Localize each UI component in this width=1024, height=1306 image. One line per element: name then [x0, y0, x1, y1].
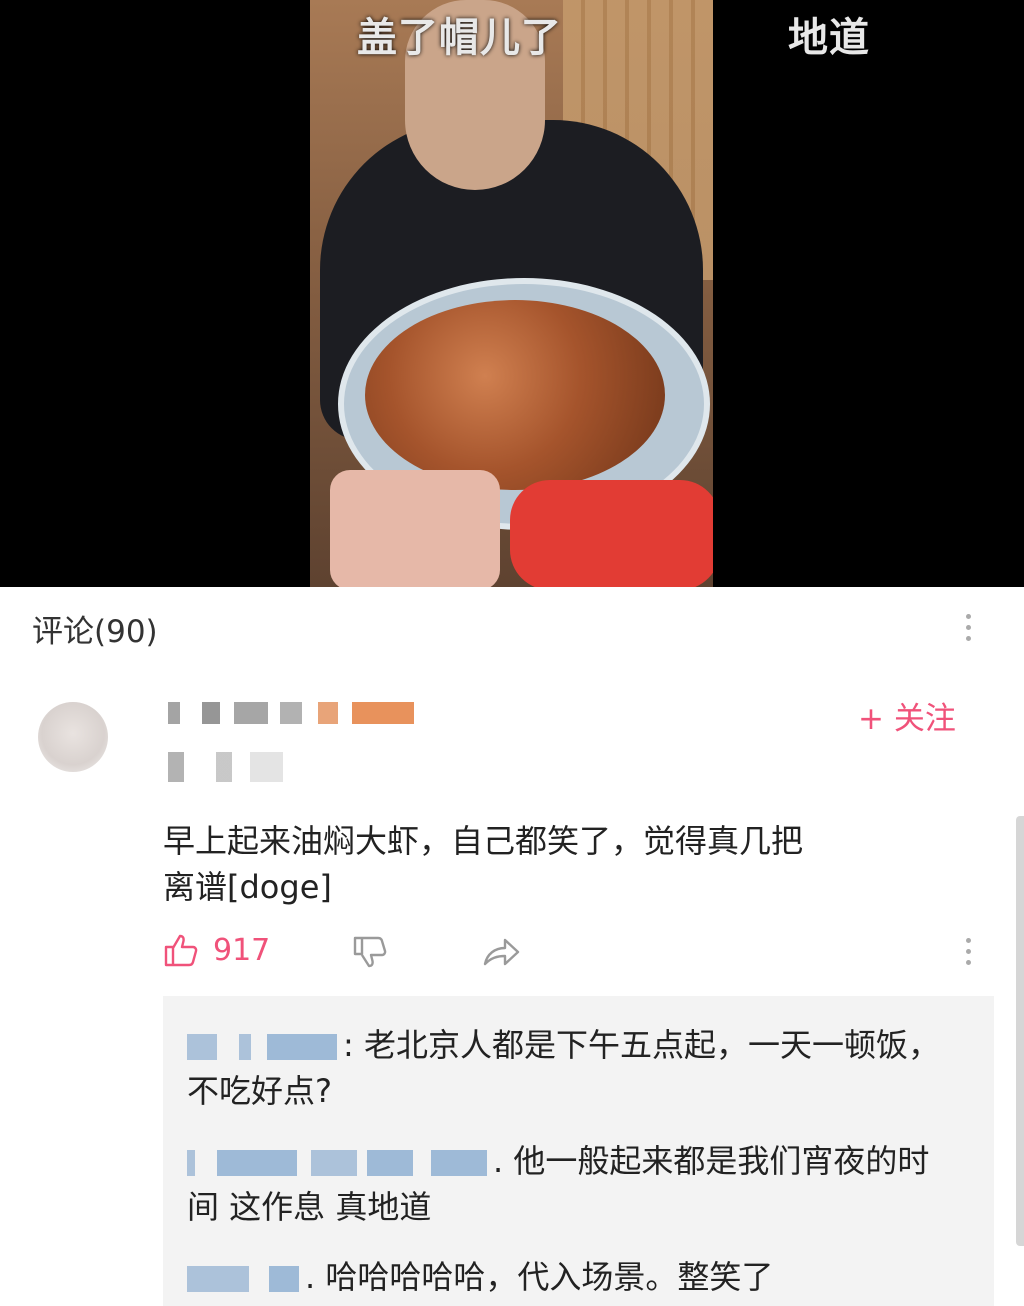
comment-text: 早上起来油焖大虾，自己都笑了，觉得真几把离谱[doge] — [163, 822, 804, 906]
meat — [330, 470, 500, 587]
reply-text: . 哈哈哈哈哈，代入场景。整笑了 — [305, 1258, 774, 1296]
replies-box[interactable]: : 老北京人都是下午五点起，一天一顿饭，不吃好点? . 他一般起来都是我们宵夜的… — [163, 996, 994, 1306]
comment-actions: 917 — [163, 930, 963, 974]
reply-item[interactable]: . 他一般起来都是我们宵夜的时间 这作息 真地道 — [187, 1138, 947, 1230]
reply-item[interactable]: . 哈哈哈哈哈，代入场景。整笑了 — [187, 1254, 947, 1300]
more-options-icon[interactable] — [964, 614, 972, 641]
thumbs-up-icon[interactable] — [163, 932, 199, 968]
blurred-user-meta — [168, 752, 283, 782]
edge-handle[interactable] — [1016, 816, 1024, 1246]
braised-shrimp — [365, 300, 665, 490]
comment-more-icon[interactable] — [964, 938, 972, 965]
blurred-reply-username — [187, 1266, 299, 1292]
blurred-username — [168, 702, 414, 724]
comments-title: 评论(90) — [32, 614, 158, 650]
thumbs-down-icon[interactable] — [352, 934, 388, 970]
like-count: 917 — [213, 933, 271, 968]
blurred-reply-username — [187, 1150, 487, 1176]
follow-button[interactable]: + 关注 — [858, 693, 956, 738]
share-icon[interactable] — [481, 934, 521, 970]
blurred-reply-username — [187, 1034, 337, 1060]
video-caption-right: 地道 — [788, 15, 870, 61]
video-player[interactable]: 盖了帽儿了 地道 — [0, 0, 1024, 587]
red-vegetables — [510, 480, 713, 587]
avatar[interactable] — [38, 702, 108, 772]
video-caption-left: 盖了帽儿了 — [357, 15, 562, 61]
video-frame — [310, 0, 713, 587]
reply-item[interactable]: : 老北京人都是下午五点起，一天一顿饭，不吃好点? — [187, 1022, 947, 1114]
